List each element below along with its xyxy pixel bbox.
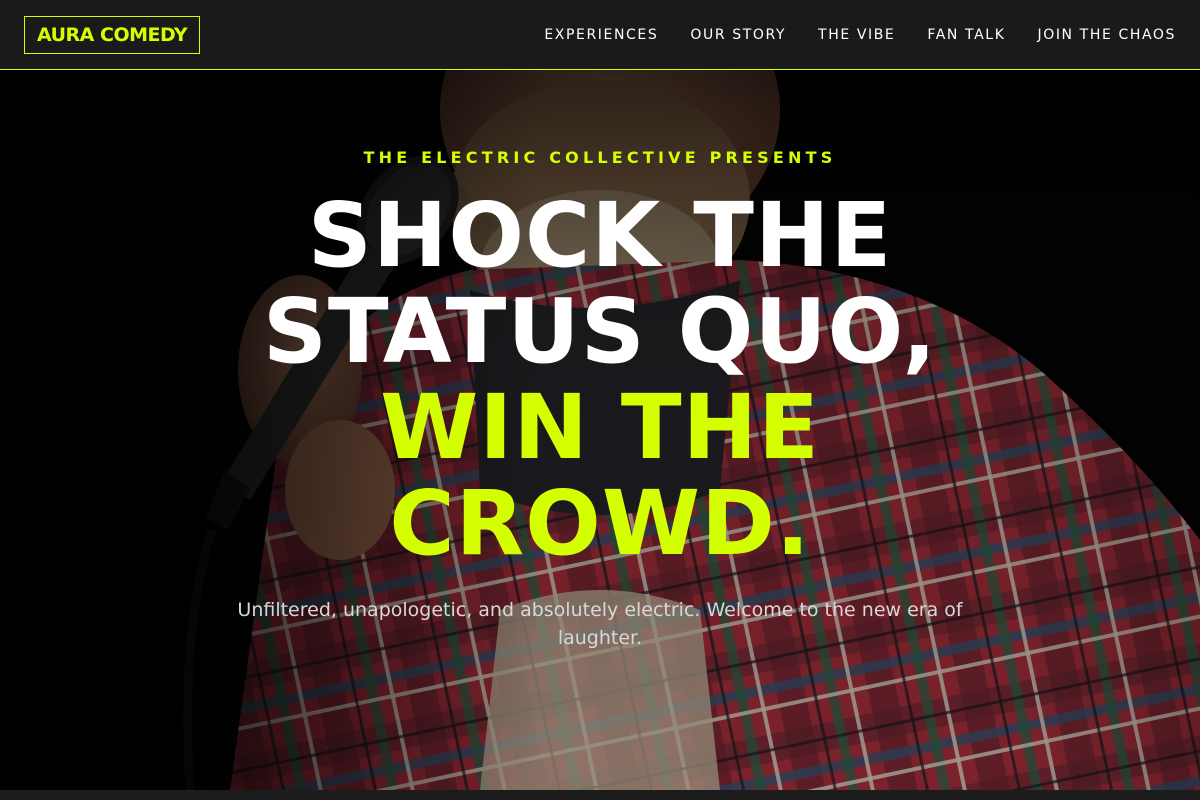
nav-link-experiences[interactable]: EXPERIENCES <box>544 27 658 43</box>
hero-eyebrow: THE ELECTRIC COLLECTIVE PRESENTS <box>363 148 837 167</box>
hero-content: THE ELECTRIC COLLECTIVE PRESENTS SHOCK T… <box>0 70 1200 790</box>
nav-link-our-story[interactable]: OUR STORY <box>690 27 786 43</box>
hero-headline: SHOCK THE STATUS QUO, WIN THE CROWD. <box>0 187 1200 571</box>
headline-line-2: STATUS QUO, <box>262 279 938 383</box>
nav-link-fan-talk[interactable]: FAN TALK <box>927 27 1005 43</box>
nav-link-join-the-chaos[interactable]: JOIN THE CHAOS <box>1037 27 1176 43</box>
brand-logo[interactable]: AURA COMEDY <box>24 16 201 54</box>
landing-page: AURA COMEDY EXPERIENCES OUR STORY THE VI… <box>0 0 1200 800</box>
headline-line-3: WIN THE <box>380 375 820 479</box>
top-navigation: AURA COMEDY EXPERIENCES OUR STORY THE VI… <box>0 0 1200 70</box>
section-divider <box>0 790 1200 800</box>
headline-line-4: CROWD. <box>389 471 811 575</box>
hero-subtext: Unfiltered, unapologetic, and absolutely… <box>237 599 963 649</box>
hero-section: THE ELECTRIC COLLECTIVE PRESENTS SHOCK T… <box>0 70 1200 790</box>
headline-line-1: SHOCK THE <box>307 183 893 287</box>
nav-menu: EXPERIENCES OUR STORY THE VIBE FAN TALK … <box>544 0 1176 70</box>
nav-link-the-vibe[interactable]: THE VIBE <box>818 27 895 43</box>
